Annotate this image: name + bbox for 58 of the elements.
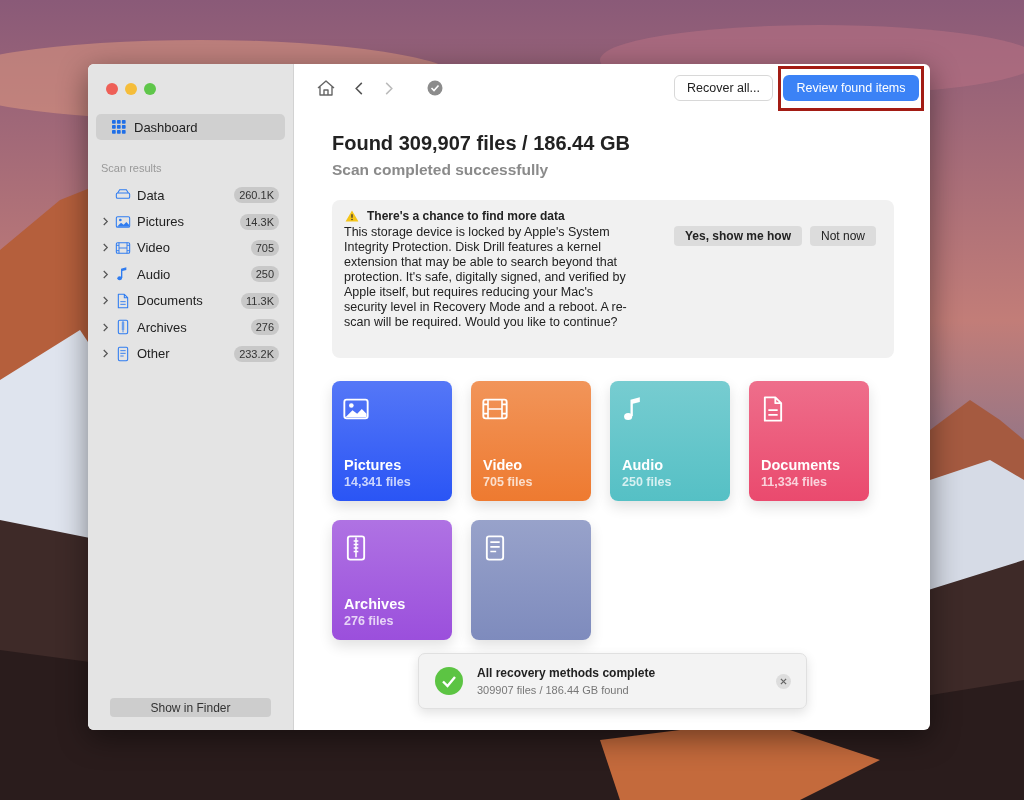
recover-button[interactable]: Recover all... xyxy=(674,75,773,101)
chevron-icon[interactable] xyxy=(102,322,109,332)
chevron-icon[interactable] xyxy=(102,243,109,253)
chevron-icon[interactable] xyxy=(102,296,109,306)
count-badge: 705 xyxy=(250,239,279,256)
section-title: Scan results xyxy=(101,162,163,174)
toast-title: All recovery methods complete xyxy=(477,666,657,680)
sidebar-item[interactable]: Video xyxy=(137,240,251,256)
film-icon xyxy=(115,239,131,256)
notice-title: There's a chance to find more data xyxy=(367,209,565,223)
toast-detail: 309907 files / 186.44 GB found xyxy=(477,684,630,696)
sidebar-item[interactable]: Other xyxy=(137,346,235,362)
sidebar-item[interactable]: Archives xyxy=(137,319,251,335)
chevron-icon[interactable] xyxy=(102,349,109,359)
home-icon[interactable] xyxy=(316,78,336,98)
not-now-button[interactable]: Not now xyxy=(809,226,876,246)
category-card[interactable]: Pictures 14,341 files xyxy=(332,381,452,501)
file-count: 250 files xyxy=(622,475,673,489)
dashboard-item[interactable]: Dashboard xyxy=(96,114,285,140)
close-icon[interactable] xyxy=(776,673,791,689)
file-count: 705 files xyxy=(483,475,534,489)
count-badge: 11.3K xyxy=(241,292,279,309)
sidebar-item[interactable]: Audio xyxy=(137,266,251,282)
summary-title: Found 309,907 files / 186.44 GB xyxy=(332,132,631,155)
file-count: 14,341 files xyxy=(344,475,412,489)
summary-subtitle: Scan completed successfully xyxy=(332,161,550,179)
count-badge: 276 xyxy=(250,319,279,336)
file-count: 276 files xyxy=(344,614,395,628)
count-badge: 14.3K xyxy=(240,213,279,230)
notice-text: This storage device is locked by Apple's System Integrity Protection. Disk Drill features a kernel extension that may be able to search beyond that protection. It's safe, digitally signed, and verified by Apple itself, but requires reducing your Mac's security level in Recovery Mode and a reboot. A re-scan will be required. Would you like to continue? xyxy=(344,225,628,330)
grid-icon xyxy=(112,120,126,134)
card-title: Audio xyxy=(622,457,665,473)
file-count: 11,334 files xyxy=(761,475,829,489)
show-in-finder-button[interactable]: Show in Finder xyxy=(110,698,271,717)
document-icon xyxy=(115,292,131,309)
page-icon xyxy=(115,345,131,362)
count-badge: 233.2K xyxy=(234,345,279,362)
warning-icon xyxy=(345,210,359,222)
checkmark-icon xyxy=(435,667,463,695)
category-card[interactable]: Archives 276 files xyxy=(332,520,452,640)
image-icon xyxy=(115,213,131,230)
checkmark-icon xyxy=(427,80,443,96)
sidebar-item[interactable]: Data xyxy=(137,187,235,203)
card-title: Documents xyxy=(761,457,841,473)
show-me-how-button[interactable]: Yes, show me how xyxy=(673,226,802,246)
chevron-icon[interactable] xyxy=(102,217,109,227)
review-button[interactable]: Review found items xyxy=(783,75,919,101)
close-button[interactable] xyxy=(106,83,118,95)
count-badge: 260.1K xyxy=(234,187,279,204)
card-title: Pictures xyxy=(344,457,403,473)
sidebar-item[interactable]: Pictures xyxy=(137,214,241,230)
count-badge: 250 xyxy=(250,266,279,283)
card-title: Archives xyxy=(344,596,407,612)
chevron-icon[interactable] xyxy=(102,269,109,279)
card-title: Video xyxy=(483,457,524,473)
archive-icon xyxy=(115,319,131,336)
sidebar-item[interactable]: Documents xyxy=(137,293,242,309)
back-icon[interactable] xyxy=(354,80,364,96)
